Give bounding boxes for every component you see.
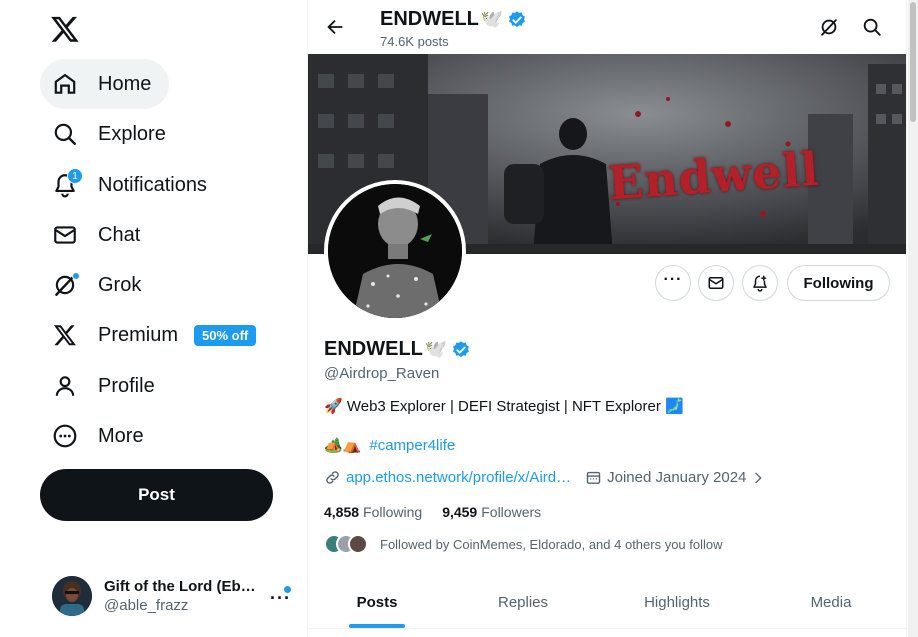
x-logo-icon[interactable] — [50, 14, 80, 44]
profile-name-emoji: 🕊️ — [424, 339, 448, 359]
person-icon — [52, 373, 78, 399]
header-name: ENDWELL 🕊️ — [380, 8, 527, 31]
bell-icon: 1 — [52, 168, 83, 198]
more-dots-icon[interactable]: ··· — [270, 588, 291, 609]
verified-badge-icon[interactable] — [451, 340, 471, 360]
nav-notifications-label: Notifications — [98, 173, 207, 196]
following-label: Following — [363, 504, 423, 520]
profile-display-name: ENDWELL — [324, 338, 423, 360]
nav-home[interactable]: Home — [40, 59, 170, 109]
tab-posts[interactable]: Posts — [308, 576, 446, 628]
followed-by-row[interactable]: Followed by CoinMemes, Eldorado, and 4 o… — [324, 534, 723, 554]
account-avatar — [52, 576, 92, 616]
tab-replies[interactable]: Replies — [446, 576, 600, 628]
camping-emojis: 🏕️⛺ — [324, 437, 362, 454]
hashtag-link[interactable]: #camper4life — [369, 437, 455, 454]
profile-avatar-image — [328, 184, 462, 318]
verified-badge-icon — [509, 10, 526, 27]
grok-dot — [72, 272, 80, 280]
profile-website-link[interactable]: app.ethos.network/profile/x/Aird… — [346, 469, 571, 486]
nav-home-label: Home — [98, 72, 152, 95]
profile-avatar[interactable] — [324, 180, 466, 322]
envelope-icon — [708, 277, 724, 289]
search-icon — [52, 121, 78, 147]
profile-bio: 🚀 Web3 Explorer | DEFI Strategist | NFT … — [324, 398, 684, 415]
home-icon — [52, 71, 78, 97]
nav-explore-label: Explore — [98, 122, 166, 145]
header-name-emoji: 🕊️ — [480, 9, 504, 29]
nav-chat-label: Chat — [98, 223, 141, 246]
profile-column: ENDWELL 🕊️ 74.6K posts Endwell ··· Follo… — [307, 0, 907, 637]
notification-badge: 1 — [67, 168, 83, 184]
following-count: 4,858 — [324, 504, 360, 520]
followers-count: 9,459 — [442, 504, 478, 520]
nav-grok-label: Grok — [98, 273, 142, 296]
nav-chat[interactable]: Chat — [40, 210, 158, 260]
followers-stat[interactable]: 9,459 Followers — [442, 504, 541, 520]
x-logo-icon — [52, 322, 78, 348]
sidebar: Home Explore 1 Notifications Chat Grok P… — [0, 0, 307, 637]
nav-premium[interactable]: Premium 50% off — [40, 310, 274, 360]
more-circle-icon — [52, 423, 78, 449]
profile-meta-row: app.ethos.network/profile/x/Aird… Joined… — [324, 469, 766, 486]
nav-profile[interactable]: Profile — [40, 361, 173, 411]
chevron-right-icon[interactable] — [750, 470, 766, 486]
account-handle: @able_frazz — [104, 597, 189, 614]
scrollbar-thumb[interactable] — [910, 2, 916, 122]
notify-button[interactable] — [742, 265, 778, 301]
tab-highlights[interactable]: Highlights — [600, 576, 754, 628]
premium-discount-badge: 50% off — [194, 324, 257, 346]
calendar-icon — [586, 471, 601, 484]
tab-media[interactable]: Media — [754, 576, 906, 628]
search-icon[interactable] — [861, 16, 883, 38]
profile-tabs: Posts Replies Highlights Media — [308, 576, 906, 629]
profile-stats: 4,858 Following 9,459 Followers — [324, 504, 541, 520]
nav-grok[interactable]: Grok — [40, 260, 159, 310]
nav-profile-label: Profile — [98, 374, 155, 397]
account-name: Gift of the Lord (Eb… — [104, 578, 256, 595]
grok-icon — [52, 272, 80, 298]
more-dots-icon: ··· — [663, 271, 683, 288]
header-post-count: 74.6K posts — [380, 34, 449, 49]
nav-premium-label: Premium — [98, 323, 179, 346]
profile-handle: @Airdrop_Raven — [324, 365, 440, 382]
followers-label: Followers — [481, 504, 542, 520]
grok-icon[interactable] — [818, 16, 840, 38]
profile-joined-date: Joined January 2024 — [607, 469, 747, 486]
link-icon — [326, 471, 339, 484]
profile-header-bar: ENDWELL 🕊️ 74.6K posts — [308, 0, 906, 54]
profile-tags-row: 🏕️⛺ #camper4life — [324, 436, 455, 455]
back-arrow-icon[interactable] — [324, 16, 346, 38]
following-button[interactable]: Following — [787, 265, 890, 301]
profile-name-row: ENDWELL 🕊️ — [324, 338, 471, 361]
nav-notifications[interactable]: 1 Notifications — [40, 160, 225, 210]
followed-by-text: Followed by CoinMemes, Eldorado, and 4 o… — [380, 536, 723, 552]
more-options-button[interactable]: ··· — [655, 265, 691, 301]
nav-more[interactable]: More — [40, 411, 162, 461]
follower-avatar — [348, 534, 368, 554]
envelope-icon — [52, 222, 78, 248]
bell-plus-icon — [753, 275, 767, 292]
message-button[interactable] — [698, 265, 734, 301]
following-stat[interactable]: 4,858 Following — [324, 504, 422, 520]
nav-explore[interactable]: Explore — [40, 109, 184, 159]
post-button[interactable]: Post — [40, 469, 273, 521]
nav-more-label: More — [98, 424, 144, 447]
account-switcher[interactable]: Gift of the Lord (Eb… @able_frazz ··· — [40, 566, 302, 626]
header-display-name: ENDWELL — [380, 8, 479, 30]
